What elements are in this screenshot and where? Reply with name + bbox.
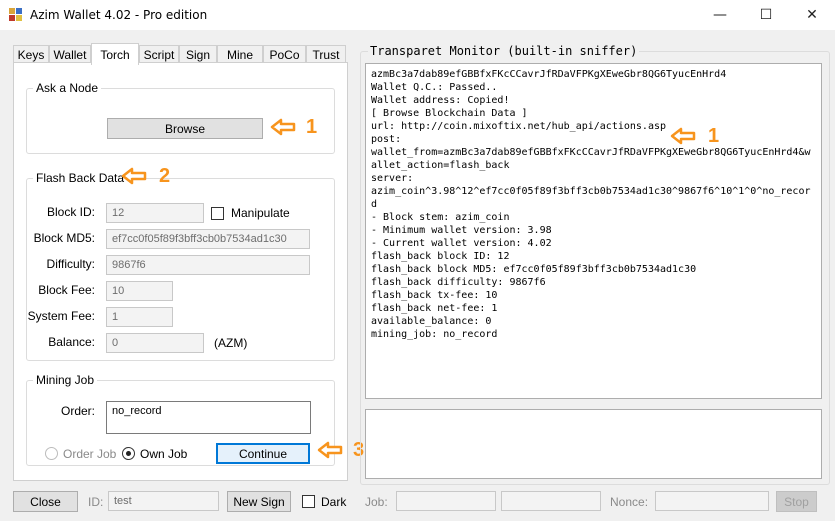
balance-label: Balance: <box>48 335 95 349</box>
system-fee-label: System Fee: <box>27 309 95 323</box>
ask-node-title: Ask a Node <box>33 81 102 95</box>
annotation-number-2: 2 <box>159 165 171 187</box>
mining-job-group: Mining Job Order: no_record Order Job Ow… <box>26 373 335 466</box>
monitor-line: azim_coin^3.98^12^ef7cc0f05f89f3bff3cb0b… <box>371 186 811 197</box>
monitor-line: Wallet address: Copied! <box>371 95 510 106</box>
flash-back-title: Flash Back Data <box>33 171 128 185</box>
block-md5-field[interactable]: ef7cc0f05f89f3bff3cb0b7534ad1c30 <box>106 229 310 249</box>
block-fee-field[interactable]: 10 <box>106 281 173 301</box>
monitor-line: flash_back block ID: 12 <box>371 251 510 262</box>
monitor-line: mining_job: no_record <box>371 329 498 340</box>
difficulty-field[interactable]: 9867f6 <box>106 255 310 275</box>
id-field[interactable]: test <box>108 491 219 511</box>
maximize-button[interactable]: ☐ <box>743 0 789 30</box>
title-bar: Azim Wallet 4.02 - Pro edition — ☐ ✕ <box>0 0 835 30</box>
order-field[interactable]: no_record <box>106 401 311 434</box>
order-job-label: Order Job <box>63 447 117 461</box>
monitor-line: post: <box>371 134 402 145</box>
block-md5-label: Block MD5: <box>33 231 95 245</box>
flash-back-group: Flash Back Data Block ID: 12 Manipulate … <box>26 171 335 361</box>
job-field[interactable] <box>396 491 496 511</box>
block-id-label: Block ID: <box>46 205 95 219</box>
wallet-app-icon <box>9 8 22 21</box>
stop-button[interactable]: Stop <box>776 491 817 512</box>
continue-button[interactable]: Continue <box>216 443 310 464</box>
monitor-line: - Block stem: azim_coin <box>371 212 510 223</box>
close-button[interactable]: Close <box>13 491 78 512</box>
arrow-annotation-3-icon <box>317 441 343 459</box>
own-job-label: Own Job <box>140 447 188 461</box>
monitor-line: azmBc3a7dab89efGBBfxFKcCCavrJfRDaVFPKgXE… <box>371 69 727 80</box>
minimize-icon: — <box>713 7 727 23</box>
id-label: ID: <box>88 495 104 509</box>
monitor-title: Transparet Monitor (built-in sniffer) <box>368 44 640 58</box>
tab-torch[interactable]: Torch <box>91 43 139 65</box>
monitor-line: [ Browse Blockchain Data ] <box>371 108 528 119</box>
own-job-radio-dot <box>126 451 131 456</box>
arrow-annotation-1b-icon <box>670 127 696 145</box>
monitor-secondary-output[interactable] <box>365 409 822 479</box>
job-label: Job: <box>365 495 388 509</box>
arrow-annotation-2-icon <box>121 167 147 185</box>
monitor-line: allet_action=flash_back <box>371 160 510 171</box>
nonce-label: Nonce: <box>610 495 649 509</box>
order-label: Order: <box>60 404 95 418</box>
monitor-line: d <box>371 199 378 210</box>
manipulate-label: Manipulate <box>231 206 290 220</box>
balance-field[interactable]: 0 <box>106 333 204 353</box>
monitor-line: available_balance: 0 <box>371 316 492 327</box>
block-id-field[interactable]: 12 <box>106 203 204 223</box>
mining-job-title: Mining Job <box>33 373 98 387</box>
annotation-number-1b: 1 <box>708 125 720 147</box>
manipulate-checkbox[interactable] <box>211 207 224 220</box>
system-fee-field[interactable]: 1 <box>106 307 173 327</box>
monitor-line: flash_back tx-fee: 10 <box>371 290 498 301</box>
dark-checkbox[interactable] <box>302 495 315 508</box>
monitor-line: - Minimum wallet version: 3.98 <box>371 225 552 236</box>
new-sign-button[interactable]: New Sign <box>227 491 291 512</box>
close-icon: ✕ <box>806 7 818 23</box>
monitor-line: server: <box>371 173 414 184</box>
maximize-icon: ☐ <box>759 7 773 23</box>
monitor-line: - Current wallet version: 4.02 <box>371 238 552 249</box>
close-window-button[interactable]: ✕ <box>789 0 835 30</box>
monitor-line: flash_back difficulty: 9867f6 <box>371 277 546 288</box>
job-field-2[interactable] <box>501 491 601 511</box>
annotation-number-1: 1 <box>306 116 318 138</box>
monitor-line: wallet_from=azmBc3a7dab89efGBBfxFKcCCavr… <box>371 147 811 158</box>
order-job-radio[interactable] <box>45 447 58 460</box>
monitor-line: flash_back block MD5: ef7cc0f05f89f3bff3… <box>371 264 697 275</box>
minimize-button[interactable]: — <box>697 0 743 30</box>
own-job-radio[interactable] <box>122 447 135 460</box>
dark-label: Dark <box>321 495 347 509</box>
window-title: Azim Wallet 4.02 - Pro edition <box>30 8 208 22</box>
difficulty-label: Difficulty: <box>46 257 95 271</box>
balance-unit: (AZM) <box>214 336 248 350</box>
nonce-field[interactable] <box>655 491 769 511</box>
arrow-annotation-1-icon <box>270 118 296 136</box>
monitor-line: flash_back net-fee: 1 <box>371 303 498 314</box>
torch-tab-panel: Ask a Node Browse Flash Back Data Block … <box>13 62 348 481</box>
monitor-output[interactable]: azmBc3a7dab89efGBBfxFKcCCavrJfRDaVFPKgXE… <box>365 63 822 399</box>
monitor-line: Wallet Q.C.: Passed.. <box>371 82 498 93</box>
browse-button[interactable]: Browse <box>107 118 263 139</box>
block-fee-label: Block Fee: <box>38 283 95 297</box>
monitor-line: url: http://coin.mixoftix.net/hub_api/ac… <box>371 121 667 132</box>
